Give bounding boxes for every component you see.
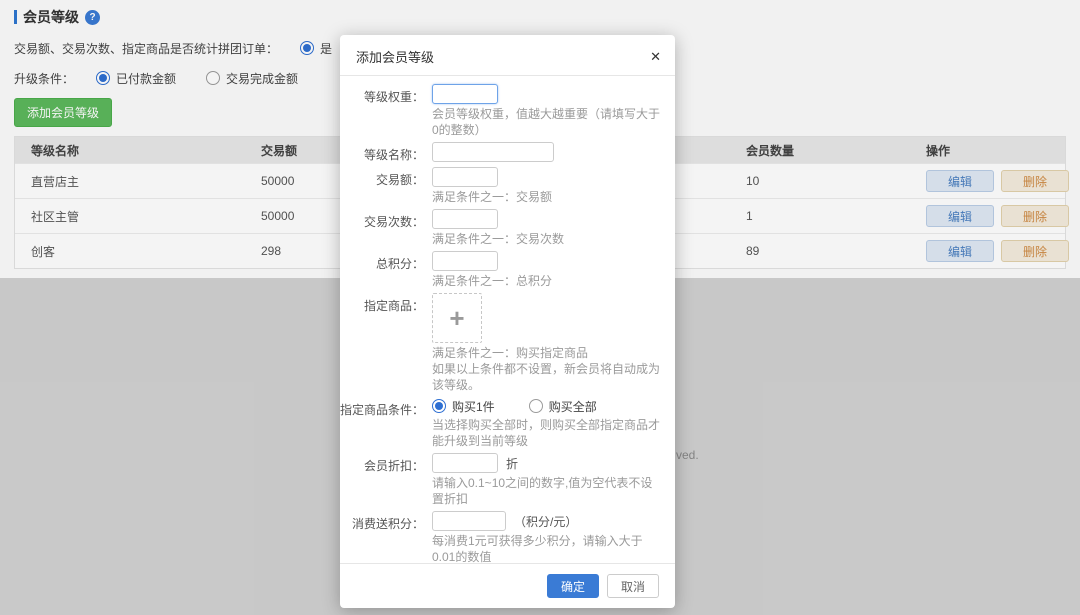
field-label: 指定商品条件： [340,397,432,449]
level-weight-input[interactable] [432,84,498,104]
points-per-yuan-input[interactable] [432,511,506,531]
close-icon[interactable]: ✕ [650,50,661,63]
field-points-per-yuan: 消费送积分： （积分/元） 每消费1元可获得多少积分，请输入大于0.01的数值 [340,511,661,563]
total-points-input[interactable] [432,251,498,271]
field-hint: 满足条件之一：交易额 [432,189,661,205]
field-level-weight: 等级权重： 会员等级权重，值越大越重要（请填写大于0的整数） [340,84,661,138]
level-name-input[interactable] [432,142,554,162]
field-label: 会员折扣： [340,453,432,507]
modal-body: 等级权重： 会员等级权重，值越大越重要（请填写大于0的整数） 等级名称： 交易额… [340,76,675,563]
field-label: 等级名称： [340,142,432,163]
add-product-button[interactable]: + [432,293,482,343]
trade-count-input[interactable] [432,209,498,229]
field-label: 等级权重： [340,84,432,138]
field-hint: 每消费1元可获得多少积分，请输入大于0.01的数值 [432,533,661,563]
field-specified-product: 指定商品： + 满足条件之一：购买指定商品 如果以上条件都不设置，新会员将自动成… [340,293,661,393]
field-hint: 满足条件之一：总积分 [432,273,661,289]
cancel-button[interactable]: 取消 [607,574,659,598]
field-level-name: 等级名称： [340,142,661,163]
buy-all-radio[interactable]: 购买全部 [529,398,597,415]
modal-footer: 确定 取消 [340,563,675,608]
add-level-modal: 添加会员等级 ✕ 等级权重： 会员等级权重，值越大越重要（请填写大于0的整数） … [340,35,675,608]
confirm-button[interactable]: 确定 [547,574,599,598]
field-hint: 如果以上条件都不设置，新会员将自动成为该等级。 [432,361,661,393]
field-product-condition: 指定商品条件： 购买1件 购买全部 当选择购买全部时，则购买全部指定商品才能升级… [340,397,661,449]
buy-one-radio[interactable]: 购买1件 [432,398,495,415]
field-hint: 满足条件之一：购买指定商品 [432,345,661,361]
field-label: 交易次数： [340,209,432,247]
trade-amount-input[interactable] [432,167,498,187]
member-discount-input[interactable] [432,453,498,473]
field-suffix: 折 [506,455,518,472]
radio-label: 购买1件 [452,398,495,415]
field-label: 交易额： [340,167,432,205]
plus-icon: + [449,305,464,331]
field-trade-count: 交易次数： 满足条件之一：交易次数 [340,209,661,247]
field-total-points: 总积分： 满足条件之一：总积分 [340,251,661,289]
field-suffix: （积分/元） [514,513,577,530]
screen: 会员等级 ? 交易额、交易次数、指定商品是否统计拼团订单： 是 否 升级条件： … [0,0,1080,615]
radio-selected-icon [432,399,446,413]
radio-unselected-icon [529,399,543,413]
field-label: 指定商品： [340,293,432,393]
field-hint: 当选择购买全部时，则购买全部指定商品才能升级到当前等级 [432,417,661,449]
field-label: 消费送积分： [340,511,432,563]
field-hint: 满足条件之一：交易次数 [432,231,661,247]
field-label: 总积分： [340,251,432,289]
field-hint: 请输入0.1~10之间的数字,值为空代表不设置折扣 [432,475,661,507]
radio-label: 购买全部 [549,398,597,415]
modal-title: 添加会员等级 [356,47,434,66]
field-hint: 会员等级权重，值越大越重要（请填写大于0的整数） [432,106,661,138]
modal-header: 添加会员等级 ✕ [340,35,675,76]
field-member-discount: 会员折扣： 折 请输入0.1~10之间的数字,值为空代表不设置折扣 [340,453,661,507]
field-trade-amount: 交易额： 满足条件之一：交易额 [340,167,661,205]
